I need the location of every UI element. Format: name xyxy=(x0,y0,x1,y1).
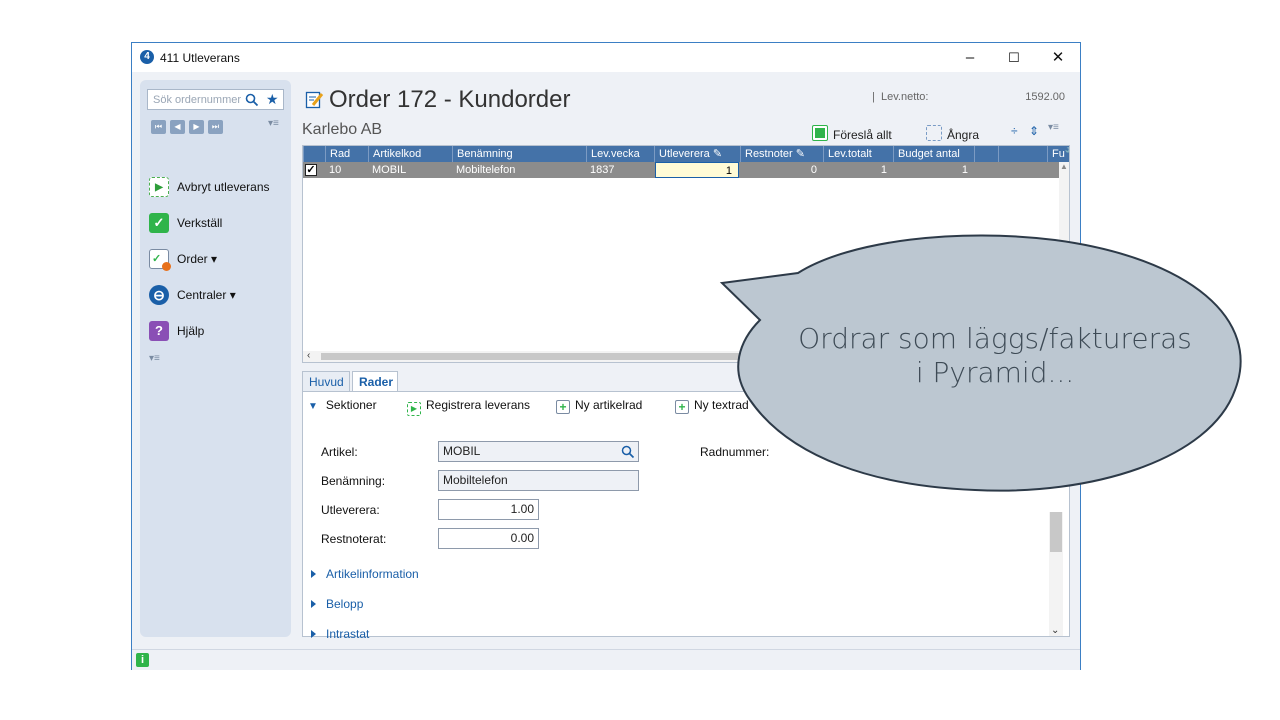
callout-text: Ordrar som läggs/faktureras i Pyramid... xyxy=(780,322,1210,390)
callout-line-1: Ordrar som läggs/faktureras xyxy=(798,322,1192,355)
callout-line-2: i Pyramid... xyxy=(915,356,1075,389)
